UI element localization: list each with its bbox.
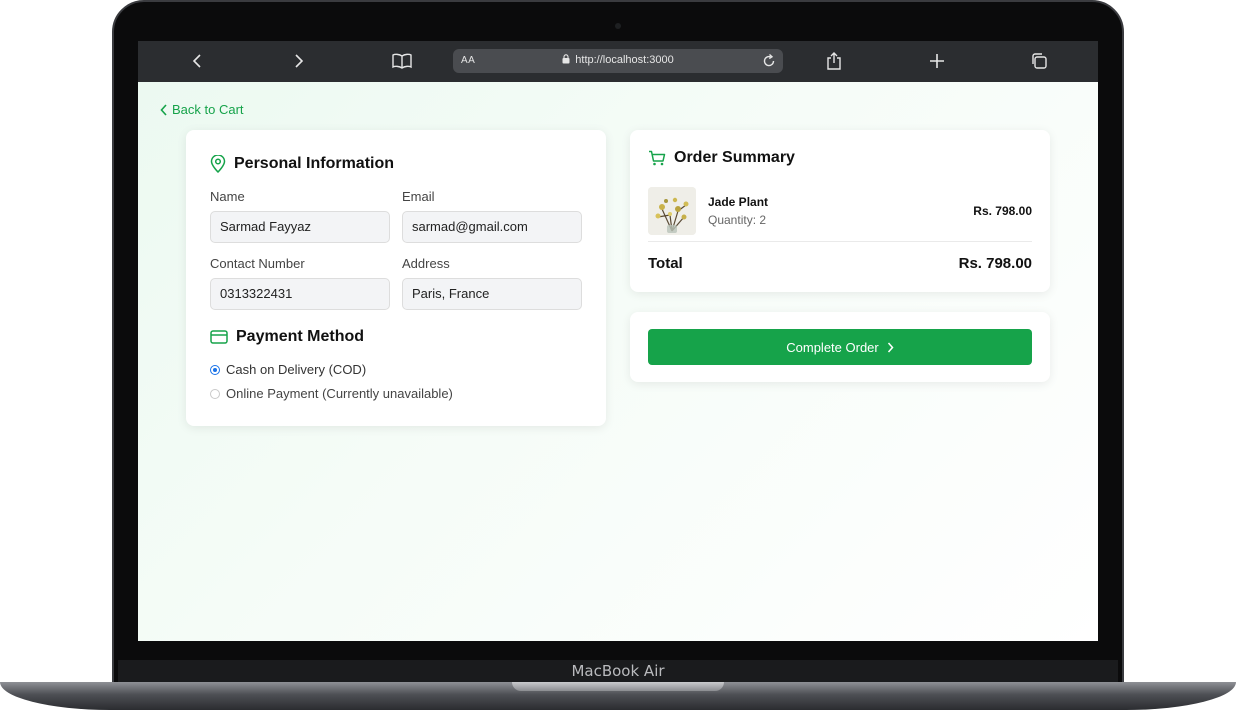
chevron-right-icon bbox=[887, 342, 894, 352]
camera bbox=[615, 23, 621, 29]
share-icon[interactable] bbox=[824, 51, 844, 71]
name-field[interactable]: Sarmad Fayyaz bbox=[210, 211, 390, 243]
tabs-overview-icon[interactable] bbox=[1029, 51, 1049, 71]
credit-card-icon bbox=[210, 330, 228, 344]
screen: AA http://localhost:3000 Back to Cart Pe… bbox=[138, 41, 1098, 641]
address-label: Address bbox=[402, 256, 450, 271]
checkout-page: Back to Cart Personal Information Name S… bbox=[138, 82, 1098, 641]
product-quantity: Quantity: 2 bbox=[708, 213, 767, 227]
summary-divider bbox=[648, 241, 1032, 242]
cod-label: Cash on Delivery (COD) bbox=[226, 362, 367, 377]
product-name: Jade Plant bbox=[708, 195, 769, 209]
device-brand-label: MacBook Air bbox=[571, 662, 665, 680]
back-to-cart-label: Back to Cart bbox=[172, 102, 244, 117]
product-price: Rs. 798.00 bbox=[973, 204, 1032, 218]
lock-icon bbox=[562, 54, 570, 64]
payment-option-online[interactable]: Online Payment (Currently unavailable) bbox=[210, 386, 453, 401]
product-image bbox=[648, 187, 696, 235]
url-text: http://localhost:3000 bbox=[575, 54, 674, 66]
personal-information-heading: Personal Information bbox=[210, 155, 394, 173]
personal-information-title: Personal Information bbox=[234, 155, 395, 172]
payment-method-title: Payment Method bbox=[236, 328, 365, 345]
location-pin-icon bbox=[210, 155, 226, 173]
total-value: Rs. 798.00 bbox=[958, 255, 1032, 272]
reading-list-icon[interactable] bbox=[392, 51, 412, 71]
reload-icon[interactable] bbox=[761, 53, 777, 69]
payment-option-cod[interactable]: Cash on Delivery (COD) bbox=[210, 362, 366, 377]
shopping-cart-icon bbox=[649, 150, 666, 166]
address-bar[interactable]: AA http://localhost:3000 bbox=[453, 49, 783, 73]
browser-toolbar: AA http://localhost:3000 bbox=[138, 41, 1098, 82]
back-arrow-icon[interactable] bbox=[187, 51, 207, 71]
online-payment-radio[interactable] bbox=[210, 388, 220, 399]
online-payment-label: Online Payment (Currently unavailable) bbox=[226, 386, 453, 401]
order-summary-heading: Order Summary bbox=[648, 149, 795, 167]
new-tab-icon[interactable] bbox=[927, 51, 947, 71]
contact-number-field[interactable]: 0313322431 bbox=[210, 278, 390, 310]
complete-order-label: Complete Order bbox=[786, 339, 879, 355]
personal-information-card: Personal Information Name Sarmad Fayyaz … bbox=[186, 130, 606, 426]
email-label: Email bbox=[402, 189, 435, 204]
order-action-card: Complete Order bbox=[630, 312, 1050, 382]
payment-method-heading: Payment Method bbox=[210, 328, 364, 346]
order-summary-card: Order Summary Jade Plant Quantity: 2 Rs.… bbox=[630, 130, 1050, 292]
name-label: Name bbox=[210, 189, 245, 204]
order-summary-title: Order Summary bbox=[674, 149, 795, 166]
back-to-cart-link[interactable]: Back to Cart bbox=[160, 102, 244, 117]
contact-number-label: Contact Number bbox=[210, 256, 305, 271]
email-field[interactable]: sarmad@gmail.com bbox=[402, 211, 582, 243]
address-field[interactable]: Paris, France bbox=[402, 278, 582, 310]
forward-arrow-icon[interactable] bbox=[289, 51, 309, 71]
cod-radio[interactable] bbox=[210, 364, 220, 375]
total-label: Total bbox=[648, 255, 683, 272]
chevron-left-icon bbox=[160, 103, 167, 116]
complete-order-button[interactable]: Complete Order bbox=[648, 329, 1032, 365]
laptop-notch bbox=[512, 682, 724, 691]
